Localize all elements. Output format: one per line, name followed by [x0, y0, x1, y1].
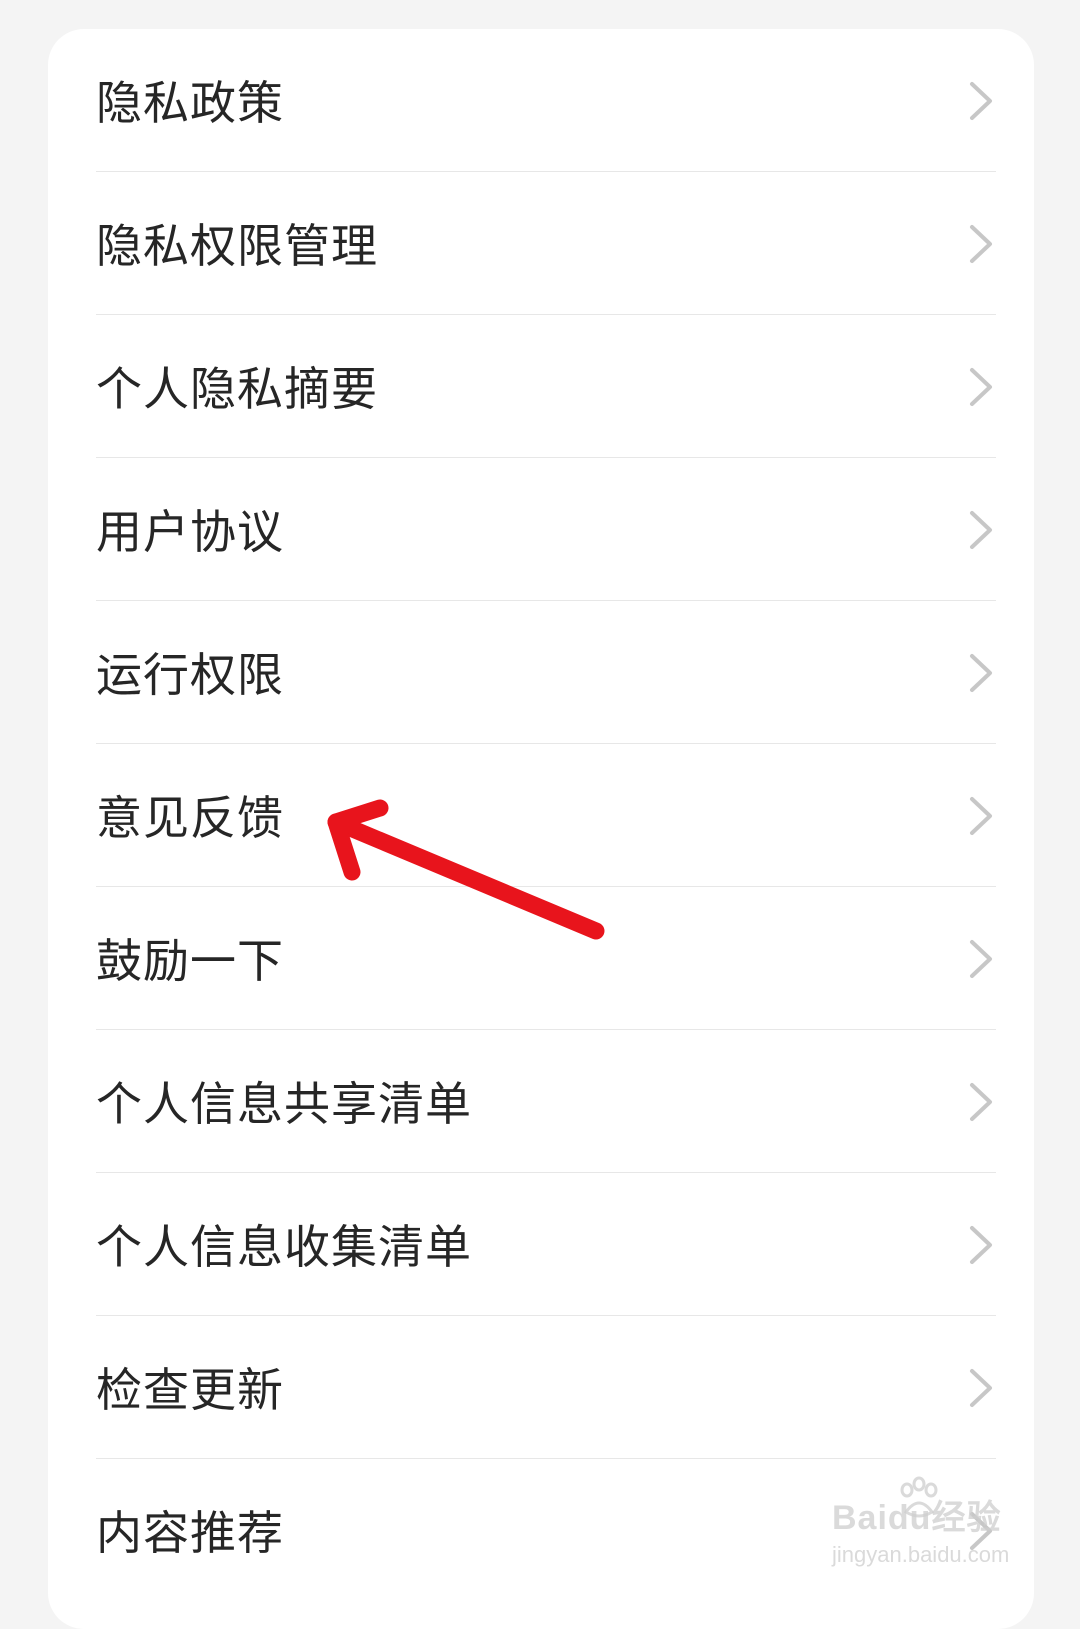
- settings-item-info-collection-list[interactable]: 个人信息收集清单: [96, 1173, 996, 1316]
- settings-item-feedback[interactable]: 意见反馈: [96, 744, 996, 887]
- chevron-right-icon: [970, 1369, 992, 1407]
- settings-item-label: 隐私权限管理: [96, 219, 378, 273]
- watermark: Baidu经验 jingyan.baidu.com: [832, 1476, 1032, 1578]
- chevron-right-icon: [970, 797, 992, 835]
- chevron-right-icon: [970, 1083, 992, 1121]
- settings-item-label: 检查更新: [96, 1363, 284, 1417]
- settings-item-label: 隐私政策: [96, 76, 284, 130]
- chevron-right-icon: [970, 654, 992, 692]
- settings-list: 隐私政策 隐私权限管理 个人隐私摘要 用户协议 运行权限 意见反馈 鼓励一下 个…: [96, 29, 996, 1602]
- settings-item-privacy-summary[interactable]: 个人隐私摘要: [96, 315, 996, 458]
- settings-item-user-agreement[interactable]: 用户协议: [96, 458, 996, 601]
- chevron-right-icon: [970, 82, 992, 120]
- chevron-right-icon: [970, 368, 992, 406]
- settings-item-label: 意见反馈: [96, 791, 284, 845]
- chevron-right-icon: [970, 511, 992, 549]
- chevron-right-icon: [970, 940, 992, 978]
- settings-item-label: 运行权限: [96, 648, 284, 702]
- watermark-brand: Baidu经验: [832, 1499, 1002, 1537]
- settings-item-label: 个人信息共享清单: [96, 1077, 472, 1131]
- settings-item-info-sharing-list[interactable]: 个人信息共享清单: [96, 1030, 996, 1173]
- settings-item-label: 个人隐私摘要: [96, 362, 378, 416]
- settings-item-label: 内容推荐: [96, 1506, 284, 1560]
- watermark-url: jingyan.baidu.com: [832, 1542, 1010, 1567]
- settings-item-privacy-policy[interactable]: 隐私政策: [96, 29, 996, 172]
- settings-item-label: 用户协议: [96, 505, 284, 559]
- settings-item-label: 个人信息收集清单: [96, 1220, 472, 1274]
- chevron-right-icon: [970, 1226, 992, 1264]
- settings-item-encourage[interactable]: 鼓励一下: [96, 887, 996, 1030]
- settings-item-check-update[interactable]: 检查更新: [96, 1316, 996, 1459]
- settings-item-label: 鼓励一下: [96, 934, 284, 988]
- chevron-right-icon: [970, 225, 992, 263]
- settings-card: 隐私政策 隐私权限管理 个人隐私摘要 用户协议 运行权限 意见反馈 鼓励一下 个…: [48, 29, 1034, 1629]
- settings-item-privacy-permissions[interactable]: 隐私权限管理: [96, 172, 996, 315]
- settings-item-run-permissions[interactable]: 运行权限: [96, 601, 996, 744]
